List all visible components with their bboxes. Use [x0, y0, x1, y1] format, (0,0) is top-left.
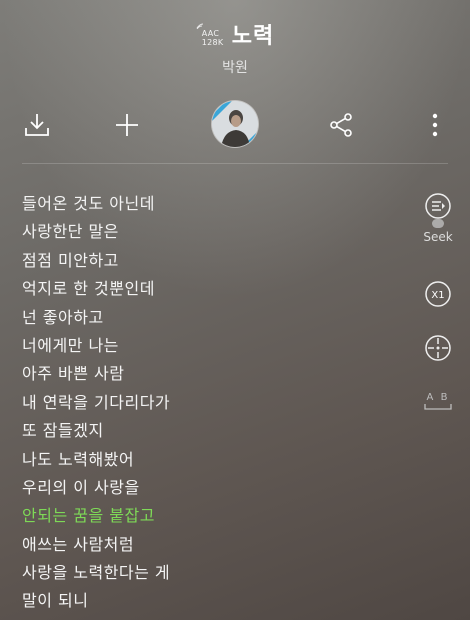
- header-divider: [22, 163, 448, 164]
- lyric-line[interactable]: 넌 좋아하고: [22, 304, 402, 332]
- lyric-line[interactable]: 사랑한단 말은: [22, 218, 402, 246]
- seek-button[interactable]: Seek: [418, 192, 458, 244]
- ab-repeat-button[interactable]: A B: [418, 392, 458, 411]
- lyric-line[interactable]: 내 연락을 기다리다가: [22, 389, 402, 417]
- speed-label: X1: [431, 290, 444, 301]
- lyric-line[interactable]: 또 잠들겠지: [22, 417, 402, 445]
- crosshair-icon: [425, 335, 451, 361]
- artist-name[interactable]: 박원: [0, 57, 470, 77]
- download-button[interactable]: [20, 108, 54, 142]
- quality-bitrate: 128K: [201, 38, 224, 47]
- lyric-line[interactable]: 들어온 것도 아닌데: [22, 190, 402, 218]
- song-title: 노력: [231, 24, 275, 49]
- lyric-line[interactable]: 너에게만 나는: [22, 332, 402, 360]
- download-icon: [25, 114, 49, 136]
- lyric-line[interactable]: 사랑을 노력한다는 게: [22, 559, 402, 587]
- more-options-button[interactable]: [418, 108, 452, 142]
- lyrics-panel[interactable]: 들어온 것도 아닌데 사랑한단 말은 점점 미안하고 억지로 한 것뿐인데 넌 좋아하고…: [22, 190, 402, 616]
- title-row: AAC 128K 노력: [0, 18, 470, 50]
- lyric-line[interactable]: 억지로 한 것뿐인데: [22, 275, 402, 303]
- plus-icon: [116, 114, 138, 136]
- lyric-line[interactable]: 점점 미안하고: [22, 247, 402, 275]
- artist-avatar[interactable]: [212, 101, 258, 147]
- lyric-line[interactable]: 우리의 이 사랑을: [22, 474, 402, 502]
- speed-icon: X1: [425, 281, 451, 307]
- seek-icon: [425, 193, 451, 228]
- audio-quality-badge: AAC 128K: [196, 20, 226, 48]
- ab-repeat-icon: [424, 404, 452, 410]
- share-icon: [330, 113, 352, 137]
- add-to-playlist-button[interactable]: [110, 108, 144, 142]
- seek-label: Seek: [423, 230, 453, 244]
- quality-codec: AAC: [201, 29, 220, 38]
- lyric-line[interactable]: 나도 노력해봤어: [22, 446, 402, 474]
- ab-repeat-label: A B: [426, 392, 450, 403]
- lyric-line[interactable]: 말이 되니: [22, 587, 402, 615]
- artist-photo: [212, 101, 258, 147]
- playback-speed-button[interactable]: X1: [418, 280, 458, 308]
- more-vertical-icon: [432, 113, 438, 137]
- share-button[interactable]: [324, 108, 358, 142]
- player-header: AAC 128K 노력 박원: [0, 0, 470, 90]
- lyric-line-current[interactable]: 안되는 꿈을 붙잡고: [22, 502, 402, 530]
- lyric-line[interactable]: 아주 바쁜 사람: [22, 360, 402, 388]
- lyric-line[interactable]: 애쓰는 사람처럼: [22, 531, 402, 559]
- sync-lyrics-button[interactable]: [418, 334, 458, 362]
